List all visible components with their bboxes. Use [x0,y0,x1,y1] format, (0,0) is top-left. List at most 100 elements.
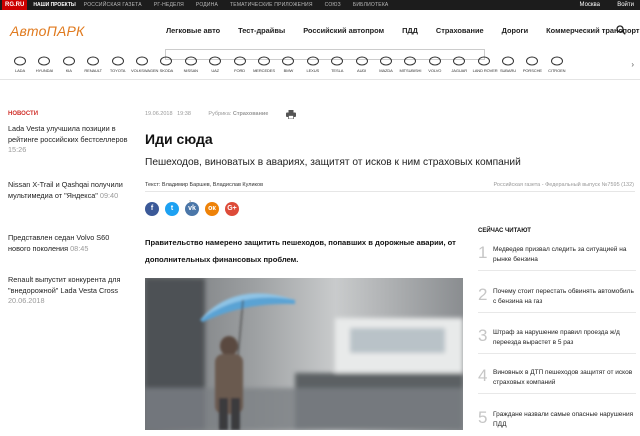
reading-item[interactable]: 4 Виновных в ДТП пешеходов защитят от иск… [478,366,636,394]
city-selector[interactable]: Москва [580,2,600,8]
mitsubishi-icon [404,56,417,66]
login-link[interactable]: Войти [617,2,634,8]
brand-strip: › LADA HYUNDAI KIA RENAULT TOYOTA VOLKSWAGEN S… [0,56,640,80]
nissan-icon [184,56,197,66]
article-time: 19:38 [177,111,191,117]
porsche-icon [526,56,539,66]
nav-item-traffic-rules[interactable]: ПДД [402,26,418,35]
audi-icon [355,56,368,66]
brand-ford[interactable]: FORD [229,56,251,73]
hyundai-icon [38,56,51,66]
brand-label: JAGUAR [451,68,467,73]
volvo-icon [428,56,441,66]
citroen-icon [550,56,563,66]
nav-item-cars[interactable]: Легковые авто [166,26,220,35]
news-item[interactable]: Nissan X-Trail и Qashqai получили мульти… [8,180,128,201]
reading-item[interactable]: 1 Медведев призвал следить за ситуацией н… [478,243,636,271]
rubric-link[interactable]: Страхование [233,111,269,117]
now-reading-heading: Сейчас читают [478,228,531,234]
brand-label: AUDI [357,68,367,73]
brand-mazda[interactable]: MAZDA [375,56,397,73]
brand-nissan[interactable]: NISSAN [180,56,202,73]
mazda-icon [380,56,392,66]
top-link[interactable]: РОССИЙСКАЯ ГАЗЕТА [84,2,142,8]
brand-mitsubishi[interactable]: MITSUBISHI [399,56,421,73]
brand-label: HYUNDAI [35,68,54,73]
reading-item[interactable]: 5 Граждане назвали самые опасные нарушени… [478,408,636,436]
lexus-icon [306,56,319,66]
nav-item-russian-auto[interactable]: Российский автопром [303,26,384,35]
brand-toyota[interactable]: TOYOTA [107,56,129,73]
article-date: 19.06.2018 [145,111,173,117]
top-link[interactable]: РГ-НЕДЕЛЯ [154,2,184,8]
facebook-share-icon[interactable]: f [145,202,159,216]
news-item[interactable]: Renault выпустит конкурента для "внедоро… [8,275,128,307]
top-link[interactable]: СОЮЗ [325,2,341,8]
brand-label: SKODA [159,68,174,73]
top-link[interactable]: БИБЛИОТЕКА [353,2,389,8]
kia-icon [62,56,75,66]
brand-label: UAZ [211,68,220,73]
nav-item-test-drives[interactable]: Тест-драйвы [238,26,285,35]
brand-lexus[interactable]: LEXUS [302,56,324,73]
google-plus-share-icon[interactable]: G+ [225,202,239,216]
subaru-icon [502,56,514,66]
brand-land-rover[interactable]: LAND ROVER [472,56,498,73]
article-byline: Текст: Владимир Баршев, Владислав Кулико… [145,182,263,188]
reading-item[interactable]: 2 Почему стоит перестать обвинять автомоб… [478,285,636,313]
top-link[interactable]: РОДИНА [196,2,218,8]
brand-label: MERCEDES [253,68,275,73]
news-heading: Новости [8,111,39,117]
brand-label: MAZDA [379,68,393,73]
brand-bmw[interactable]: BMW [277,56,299,73]
brand-label: LAND ROVER [472,68,498,73]
brand-volkswagen[interactable]: VOLKSWAGEN [131,56,159,73]
brand-volvo[interactable]: VOLVO [424,56,446,73]
news-item[interactable]: Lada Vesta улучшила позиции в рейтинге р… [8,124,128,156]
twitter-share-icon[interactable]: t [165,202,179,216]
brand-label: CITROEN [548,68,566,73]
top-link[interactable]: ТЕМАТИЧЕСКИЕ ПРИЛОЖЕНИЯ [230,2,313,8]
brand-label: LEXUS [306,68,320,73]
brand-renault[interactable]: RENAULT [82,56,104,73]
autopark-logo[interactable]: АвтоПАРК [10,23,84,39]
land-rover-icon [477,56,490,66]
article-title: Иди сюда [145,131,213,147]
vk-share-icon[interactable]: 2 vk [185,199,199,216]
search-icon[interactable] [616,25,626,35]
brand-label: BMW [283,68,294,73]
brand-jaguar[interactable]: JAGUAR [448,56,470,73]
tesla-icon [331,56,344,66]
brand-tesla[interactable]: TESLA [326,56,348,73]
print-icon[interactable] [286,110,296,119]
brand-mercedes[interactable]: MERCEDES [253,56,275,73]
nav-item-roads[interactable]: Дороги [502,26,529,35]
ford-icon [233,56,246,66]
brand-uaz[interactable]: UAZ [204,56,226,73]
odnoklassniki-share-icon[interactable]: ок [205,202,219,216]
our-projects-link[interactable]: НАШИ ПРОЕКТЫ [33,2,75,8]
rg-logo[interactable]: RG.RU [2,0,28,10]
nav-item-insurance[interactable]: Страхование [436,26,484,35]
brand-porsche[interactable]: PORSCHE [521,56,543,73]
brand-citroen[interactable]: CITROEN [546,56,568,73]
brand-subaru[interactable]: SUBARU [497,56,519,73]
brand-label: RENAULT [84,68,103,73]
brand-skoda[interactable]: SKODA [155,56,177,73]
article-source[interactable]: Российская газета - Федеральный выпуск №… [494,182,635,188]
toyota-icon [111,56,124,66]
brand-lada[interactable]: LADA [9,56,31,73]
chevron-right-icon[interactable]: › [631,60,634,69]
news-item[interactable]: Представлен седан Volvo S60 нового покол… [8,233,128,254]
brand-label: TESLA [331,68,344,73]
top-bar: RG.RU НАШИ ПРОЕКТЫ РОССИЙСКАЯ ГАЗЕТА РГ-… [0,0,640,10]
brand-audi[interactable]: AUDI [351,56,373,73]
reading-item[interactable]: 3 Штраф за нарушение правил проезда ж/д п… [478,326,636,354]
brand-hyundai[interactable]: HYUNDAI [33,56,55,73]
header: АвтоПАРК Легковые авто Тест-драйвы Росси… [0,10,640,60]
article-lead: Правительство намерено защитить пешеходо… [145,238,456,264]
share-buttons: f t 2 vk ок G+ [145,199,245,216]
brand-kia[interactable]: KIA [58,56,80,73]
brand-label: VOLKSWAGEN [131,68,159,73]
article-photo [145,278,463,430]
